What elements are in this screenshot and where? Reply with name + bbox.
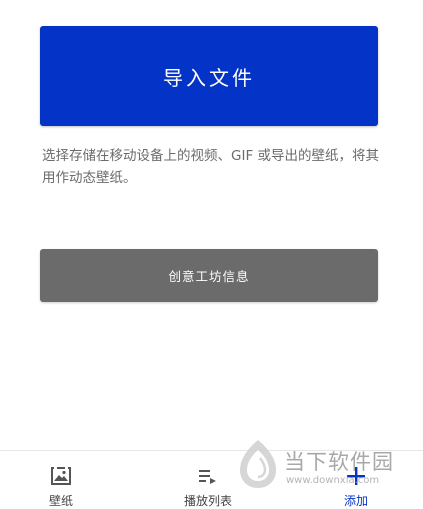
import-description: 选择存储在移动设备上的视频、GIF 或导出的壁纸，将其用作动态壁纸。: [42, 148, 379, 186]
nav-label-add: 添加: [343, 494, 368, 508]
wallpaper-icon: [48, 464, 74, 488]
nav-label-playlist: 播放列表: [183, 494, 232, 508]
nav-item-add[interactable]: 添加: [311, 451, 401, 509]
nav-item-playlist[interactable]: 播放列表: [163, 451, 253, 509]
bottom-navigation: 壁纸 播放列表 添加: [0, 450, 423, 509]
nav-item-wallpaper[interactable]: 壁纸: [16, 451, 106, 509]
playlist-icon: [195, 464, 221, 488]
workshop-info-button[interactable]: 创意工坊信息: [40, 249, 378, 302]
nav-label-wallpaper: 壁纸: [48, 494, 73, 508]
import-file-button[interactable]: 导入文件: [40, 26, 378, 126]
plus-icon: [343, 464, 369, 488]
